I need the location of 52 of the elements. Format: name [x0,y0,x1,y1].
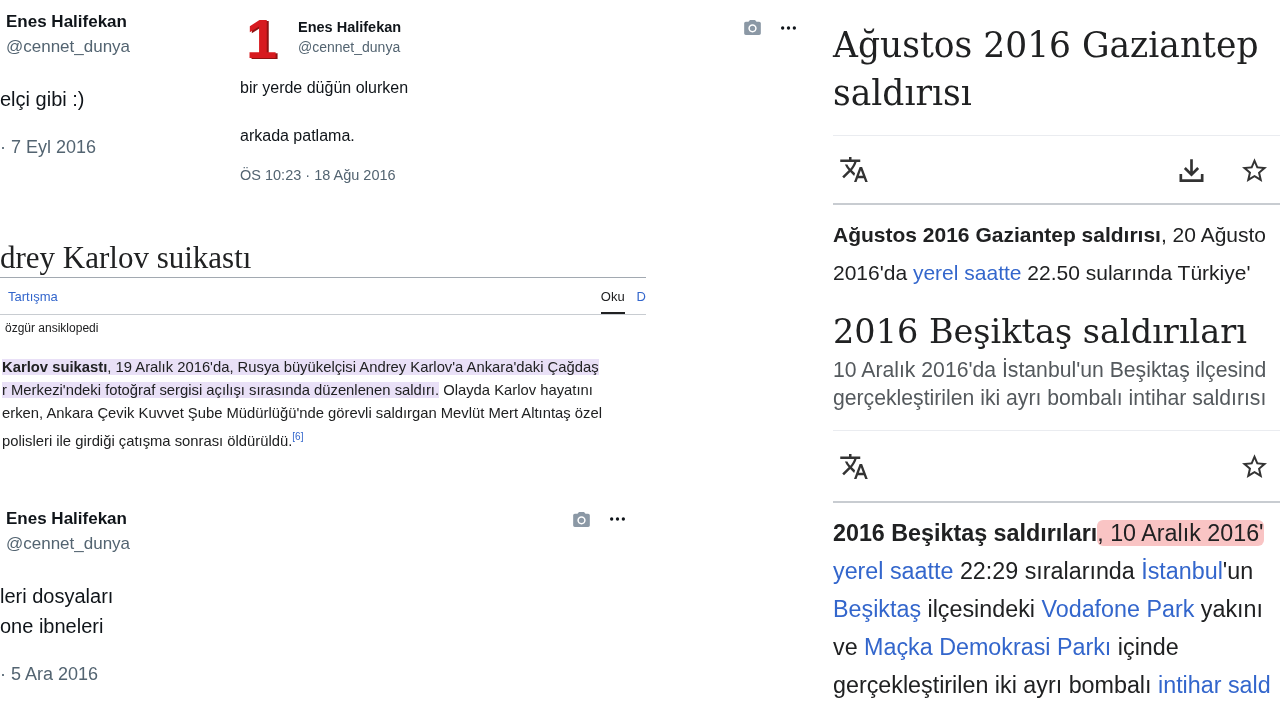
article-text: yerel saatte 22:29 sıralarında İstanbul'un [833,557,1255,586]
star-icon[interactable] [1242,157,1267,182]
tab[interactable]: Tartışma [8,278,58,314]
tweet-text: bir yerde düğün olurken [240,78,410,98]
author-handle: @cennet_dunya [6,532,131,555]
link[interactable]: yerel saatte [912,261,1022,284]
article-text: Ağustos 2016 Gaziantep saldırısı, 20 Ağusto [833,222,1268,248]
article-text: ve Maçka Demokrasi Parkı içinde [833,633,1180,662]
article-text: Karlov suikastı, 19 Aralık 2016'da, Rusya büyükelçisi Andrey Karlov'a Ankara'daki Çağdaş [1,358,600,377]
link[interactable]: yerel saatte [833,558,954,584]
article-title: drey Karlov suikastı [0,240,646,278]
article-text: r Merkezi'ndeki fotoğraf sergisi açılışı sırasında düzenlenen saldırı. Olayda Karlov hayatını [1,381,594,400]
tweet-text: one ibneleri [0,613,105,639]
article-text: 2016 Beşiktaş saldırıları, 10 Aralık 2016' [833,519,1265,548]
tweet-text: leri dosyaları [0,583,115,609]
article-description: 10 Aralık 2016'da İstanbul'un Beşiktaş ilçesind [833,357,1268,384]
article-title: Ağustos 2016 Gaziantep saldırısı [833,24,1260,115]
tweet-timestamp: · 7 Eyl 2016 [0,136,97,159]
more-icon[interactable] [781,25,796,30]
tab[interactable]: D [636,278,646,314]
article-text: gerçekleştirilen iki ayrı bombalı intihar sald [833,671,1272,700]
article-description: gerçekleştirilen iki ayrı bombalı intihar saldırısı [833,385,1268,412]
star-icon[interactable] [1242,454,1267,478]
download-icon[interactable] [1179,157,1204,182]
author-name: Enes Halifekan [6,507,128,530]
link[interactable]: Vodafone Park [1041,596,1195,622]
tweet-text: arkada patlama. [240,126,356,146]
link[interactable]: İstanbul [1141,558,1223,584]
tweet-timestamp: ÖS 10:23 · 18 Ağu 2016 [240,166,396,185]
link[interactable]: Beşiktaş [833,596,922,622]
article-text: Beşiktaş ilçesindeki Vodafone Park yakını [833,595,1264,624]
author-name: Enes Halifekan [298,18,402,37]
tab[interactable]: Oku [600,278,625,314]
author-handle: @cennet_dunya [298,38,402,57]
link[interactable]: intihar sald [1158,672,1271,698]
tweet-timestamp: · 5 Ara 2016 [0,662,99,686]
author-name: Enes Halifekan [6,11,128,33]
translate-icon[interactable] [840,453,868,479]
translate-icon[interactable] [840,157,868,182]
tweet-text: elçi gibi :) [0,87,86,112]
article-text: erken, Ankara Çevik Kuvvet Şube Müdürlüğü'nde görevli saldırgan Mevlüt Mert Altıntaş özel [1,404,603,423]
avatar-logo: 1 [246,17,276,61]
more-icon[interactable] [610,517,625,522]
article-title: 2016 Beşiktaş saldırıları [833,313,1248,351]
link[interactable]: [6] [292,432,304,449]
camera-icon[interactable] [573,511,590,527]
link[interactable]: Maçka Demokrasi Parkı [864,634,1112,660]
camera-icon[interactable] [744,20,761,35]
article-text: polisleri ile girdiği çatışma sonrası öldürüldü.$^{[6]}$ [1,430,305,451]
author-handle: @cennet_dunya [6,36,131,58]
article-text: 2016'da yerel saatte 22.50 sularında Türkiye' [833,260,1252,286]
article-tagline: özgür ansiklopedi [4,320,100,336]
